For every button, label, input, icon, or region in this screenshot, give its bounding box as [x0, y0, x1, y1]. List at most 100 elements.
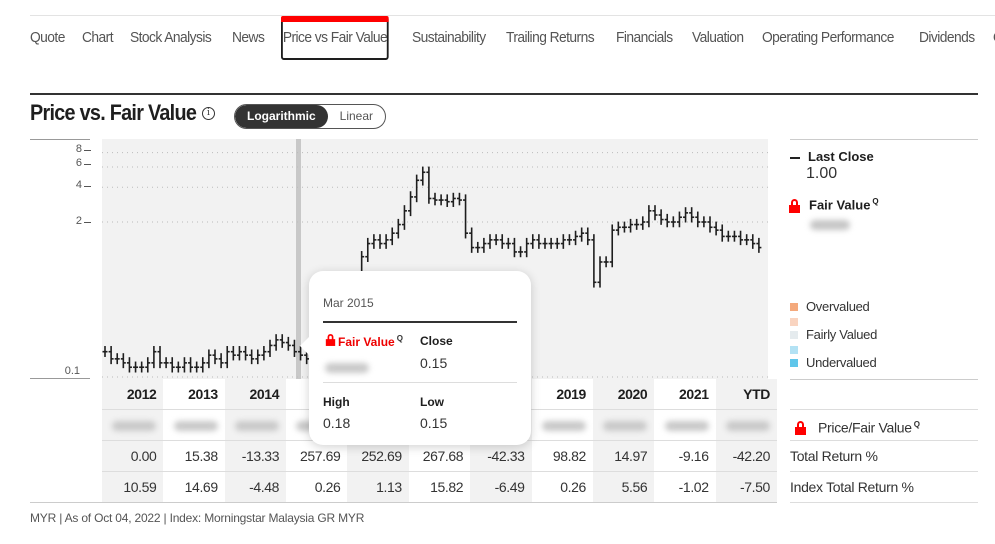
ohlc-bar[interactable]: [493, 234, 499, 246]
ohlc-bar[interactable]: [725, 230, 731, 242]
ohlc-bar[interactable]: [695, 211, 701, 228]
ohlc-bar[interactable]: [756, 237, 762, 253]
ohlc-bar[interactable]: [591, 234, 597, 288]
ohlc-bar[interactable]: [548, 237, 554, 249]
ohlc-bar[interactable]: [230, 346, 236, 361]
ohlc-bar[interactable]: [658, 209, 664, 225]
nav-tab-chart[interactable]: Chart: [82, 16, 114, 60]
ohlc-bar[interactable]: [444, 194, 450, 207]
ohlc-bar[interactable]: [267, 339, 273, 357]
ohlc-bar[interactable]: [713, 221, 719, 236]
nav-tab-price-vs-fair-value[interactable]: Price vs Fair Value: [280, 16, 390, 60]
ohlc-bar[interactable]: [408, 191, 414, 217]
ohlc-bar[interactable]: [212, 349, 218, 365]
ohlc-bar[interactable]: [243, 346, 249, 361]
ohlc-bar[interactable]: [401, 205, 407, 230]
ohlc-bar[interactable]: [383, 234, 389, 249]
ohlc-bar[interactable]: [426, 166, 432, 204]
ohlc-bar[interactable]: [291, 339, 297, 357]
ohlc-bar[interactable]: [683, 207, 689, 223]
ohlc-bar[interactable]: [579, 227, 585, 242]
toggle-logarithmic[interactable]: Logarithmic: [235, 105, 328, 128]
ohlc-bar[interactable]: [114, 353, 120, 365]
nav-tab-trailing-returns[interactable]: Trailing Returns: [506, 16, 595, 60]
ohlc-bar[interactable]: [151, 346, 157, 369]
ohlc-bar[interactable]: [181, 357, 187, 373]
ohlc-bar[interactable]: [597, 256, 603, 288]
ohlc-bar[interactable]: [542, 237, 548, 249]
ohlc-bar[interactable]: [456, 192, 462, 206]
nav-tab-stock-analysis[interactable]: Stock Analysis: [130, 16, 212, 60]
ohlc-bar[interactable]: [463, 194, 469, 239]
ohlc-bar[interactable]: [279, 334, 285, 348]
ohlc-bar[interactable]: [615, 221, 621, 236]
ohlc-bar[interactable]: [628, 218, 634, 233]
ohlc-bar[interactable]: [249, 349, 255, 365]
ohlc-bar[interactable]: [285, 336, 291, 351]
ohlc-bar[interactable]: [511, 237, 517, 258]
ohlc-bar[interactable]: [414, 174, 420, 203]
ohlc-bar[interactable]: [518, 246, 524, 258]
ohlc-bar[interactable]: [524, 237, 530, 258]
info-icon[interactable]: i: [202, 107, 215, 120]
ohlc-bar[interactable]: [194, 361, 200, 373]
toggle-linear[interactable]: Linear: [328, 105, 385, 128]
nav-tab-quote[interactable]: Quote: [30, 16, 65, 60]
ohlc-bar[interactable]: [389, 227, 395, 246]
ohlc-bar[interactable]: [102, 346, 108, 357]
ohlc-bar[interactable]: [200, 357, 206, 373]
ohlc-bar[interactable]: [139, 361, 145, 373]
ohlc-bar[interactable]: [670, 216, 676, 228]
ohlc-bar[interactable]: [218, 353, 224, 369]
ohlc-bar[interactable]: [120, 353, 126, 369]
ohlc-bar[interactable]: [701, 216, 707, 228]
ohlc-bar[interactable]: [664, 213, 670, 228]
ohlc-bar[interactable]: [273, 334, 279, 351]
ohlc-bar[interactable]: [652, 205, 658, 221]
ohlc-bar[interactable]: [175, 361, 181, 373]
ohlc-bar[interactable]: [157, 346, 163, 369]
ohlc-bar[interactable]: [224, 346, 230, 369]
ohlc-bar[interactable]: [206, 349, 212, 369]
ohlc-bar[interactable]: [731, 230, 737, 242]
nav-tab-news[interactable]: News: [232, 16, 265, 60]
ohlc-bar[interactable]: [169, 357, 175, 373]
ohlc-bar[interactable]: [163, 357, 169, 369]
ohlc-bar[interactable]: [530, 234, 536, 249]
ohlc-bar[interactable]: [585, 227, 591, 246]
nav-tab-sustainability[interactable]: Sustainability: [412, 16, 486, 60]
ohlc-bar[interactable]: [395, 218, 401, 239]
ohlc-bar[interactable]: [432, 192, 438, 206]
ohlc-bar[interactable]: [188, 357, 194, 373]
ohlc-bar[interactable]: [481, 237, 487, 253]
nav-tab-valuation[interactable]: Valuation: [692, 16, 744, 60]
ohlc-bar[interactable]: [719, 224, 725, 242]
ohlc-bar[interactable]: [573, 230, 579, 246]
ohlc-bar[interactable]: [450, 192, 456, 207]
ohlc-bar[interactable]: [420, 166, 426, 186]
ohlc-bar[interactable]: [475, 241, 481, 253]
ohlc-bar[interactable]: [505, 237, 511, 249]
nav-tab-dividends[interactable]: Dividends: [919, 16, 975, 60]
ohlc-bar[interactable]: [145, 357, 151, 373]
ohlc-bar[interactable]: [487, 234, 493, 249]
ohlc-bar[interactable]: [377, 234, 383, 249]
ohlc-bar[interactable]: [126, 357, 132, 373]
ohlc-bar[interactable]: [676, 211, 682, 228]
ohlc-bar[interactable]: [438, 194, 444, 206]
ohlc-bar[interactable]: [609, 224, 615, 268]
ohlc-bar[interactable]: [108, 346, 114, 365]
ohlc-bar[interactable]: [560, 234, 566, 249]
nav-tab-operating-performance[interactable]: Operating Performance: [762, 16, 894, 60]
ohlc-bar[interactable]: [133, 361, 139, 373]
ohlc-bar[interactable]: [566, 234, 572, 246]
fair-value-label[interactable]: Fair Value Q: [809, 197, 879, 212]
ohlc-bar[interactable]: [365, 237, 371, 262]
ohlc-bar[interactable]: [499, 234, 505, 249]
ohlc-bar[interactable]: [689, 207, 695, 223]
ohlc-bar[interactable]: [371, 234, 377, 249]
ohlc-bar[interactable]: [603, 256, 609, 268]
ohlc-bar[interactable]: [738, 230, 744, 246]
ohlc-bar[interactable]: [750, 234, 756, 249]
ohlc-bar[interactable]: [707, 216, 713, 233]
